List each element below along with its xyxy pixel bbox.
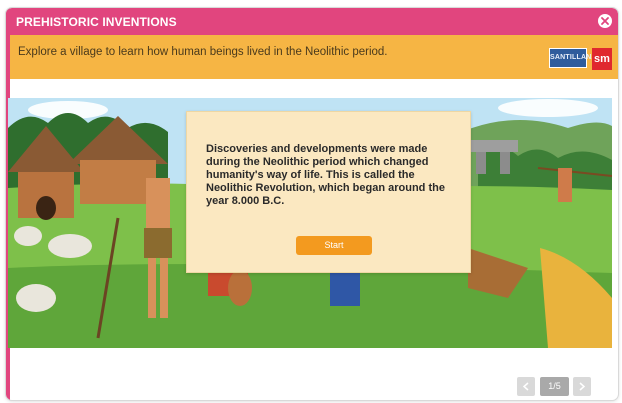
chevron-left-icon	[523, 382, 529, 391]
start-button[interactable]: Start	[296, 236, 372, 255]
title-bar: PREHISTORIC INVENTIONS	[6, 8, 618, 35]
close-button[interactable]	[598, 14, 612, 28]
pager-prev-button[interactable]	[517, 377, 535, 396]
page-indicator: 1/5	[540, 377, 569, 396]
window-title: PREHISTORIC INVENTIONS	[16, 15, 177, 29]
intro-modal: Discoveries and developments were made d…	[186, 111, 471, 273]
pager-next-button[interactable]	[573, 377, 591, 396]
instruction-text: Explore a village to learn how human bei…	[18, 46, 388, 58]
chevron-right-icon	[579, 382, 585, 391]
intro-text: Discoveries and developments were made d…	[206, 143, 445, 207]
close-icon	[601, 17, 609, 25]
instruction-bar: Explore a village to learn how human bei…	[10, 35, 618, 79]
publisher-logo: SANTILLANA	[549, 48, 597, 68]
sm-logo: sm	[592, 48, 612, 70]
